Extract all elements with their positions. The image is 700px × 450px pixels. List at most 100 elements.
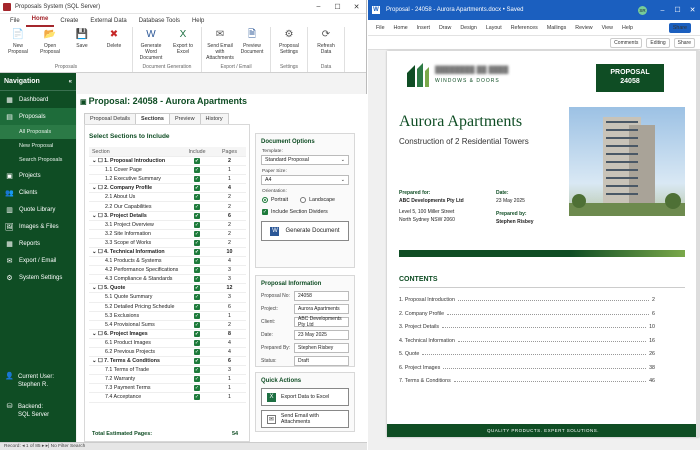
word-menu-help[interactable]: Help <box>622 25 633 31</box>
toc-entry[interactable]: 2. Company Profile 6 <box>399 311 655 317</box>
expand-icon[interactable]: ⌄ ☐ <box>92 285 104 291</box>
table-row[interactable]: 4.2 Performance Specifications ✓ 3 <box>89 266 246 276</box>
word-menu-home[interactable]: Home <box>394 25 408 31</box>
menu-tab-home[interactable]: Home <box>25 16 55 27</box>
toc-entry[interactable]: 1. Proposal Introduction 2 <box>399 297 655 303</box>
comments-button[interactable]: Comments <box>610 37 643 48</box>
info-field[interactable]: ABC Developments Pty Ltd <box>294 316 349 328</box>
table-row[interactable]: ⌄ ☐ 2. Company Profile ✓ 4 <box>89 184 246 194</box>
table-row[interactable]: ⌄ ☐ 5. Quote ✓ 12 <box>89 284 246 294</box>
editing-button[interactable]: Editing <box>646 37 670 48</box>
table-row[interactable]: 1.2 Executive Summary ✓ 1 <box>89 175 246 185</box>
export-to-excel-button[interactable]: X Export to Excel <box>167 27 199 64</box>
menu-tab-file[interactable]: File <box>4 18 26 27</box>
word-menu-draw[interactable]: Draw <box>439 25 451 31</box>
table-row[interactable]: 7.4 Acceptance ✓ 1 <box>89 393 246 403</box>
sidebar-item-new-proposal[interactable]: New Proposal <box>0 139 76 153</box>
include-checkbox[interactable]: ✓ <box>194 285 200 292</box>
table-row[interactable]: 1.1 Cover Page ✓ 1 <box>89 166 246 176</box>
send-email-with-attachments-button[interactable]: ✉ Send Email with Attachments <box>204 27 236 64</box>
include-checkbox[interactable]: ✓ <box>194 367 200 374</box>
table-row[interactable]: 7.3 Payment Terms ✓ 1 <box>89 384 246 394</box>
avatar[interactable]: SR <box>638 5 647 15</box>
generate-word-document-button[interactable]: W Generate Word Document <box>135 27 167 64</box>
include-checkbox[interactable]: ✓ <box>194 276 200 283</box>
word-menu-layout[interactable]: Layout <box>486 25 502 31</box>
include-checkbox[interactable]: ✓ <box>194 385 200 392</box>
table-row[interactable]: 2.1 About Us ✓ 2 <box>89 193 246 203</box>
toc-entry[interactable]: 4. Technical Information 16 <box>399 338 655 344</box>
expand-icon[interactable]: ⌄ ☐ <box>92 358 104 364</box>
include-checkbox[interactable]: ✓ <box>194 258 200 265</box>
table-row[interactable]: 6.2 Previous Projects ✓ 4 <box>89 348 246 358</box>
portrait-radio[interactable]: Portrait <box>262 197 288 203</box>
table-row[interactable]: 5.1 Quote Summary ✓ 3 <box>89 293 246 303</box>
sidebar-item-search-proposals[interactable]: Search Proposals <box>0 153 76 167</box>
menu-tab-database-tools[interactable]: Database Tools <box>133 18 186 27</box>
sidebar-item-export-email[interactable]: ✉ Export / Email <box>0 252 76 269</box>
new-proposal-button[interactable]: 📄 New Proposal <box>2 27 34 64</box>
include-checkbox[interactable]: ✓ <box>194 221 200 228</box>
proposal-settings-button[interactable]: ⚙ Proposal Settings <box>273 27 305 64</box>
word-menu-file[interactable]: File <box>376 25 385 31</box>
collapse-icon[interactable]: « <box>69 79 72 85</box>
toc-entry[interactable]: 7. Terms & Conditions 46 <box>399 378 655 384</box>
info-field[interactable]: 23 May 2025 <box>294 330 349 340</box>
sidebar-item-quote-library[interactable]: ▥ Quote Library <box>0 201 76 218</box>
expand-icon[interactable]: ⌄ ☐ <box>92 331 104 337</box>
sidebar-item-proposals[interactable]: ▤ Proposals <box>0 108 76 125</box>
refresh-data-button[interactable]: ⟳ Refresh Data <box>310 27 342 64</box>
table-row[interactable]: 3.3 Scope of Works ✓ 2 <box>89 239 246 248</box>
menu-tab-create[interactable]: Create <box>54 18 84 27</box>
include-checkbox[interactable]: ✓ <box>194 321 200 328</box>
table-row[interactable]: 7.1 Terms of Trade ✓ 3 <box>89 366 246 376</box>
expand-icon[interactable]: ⌄ ☐ <box>92 213 104 219</box>
table-row[interactable]: 5.2 Detailed Pricing Schedule ✓ 6 <box>89 303 246 312</box>
generate-document-button[interactable]: W Generate Document <box>261 221 349 241</box>
sidebar-item-clients[interactable]: 👥 Clients <box>0 184 76 201</box>
word-share-button[interactable]: Share <box>668 22 691 33</box>
sidebar-item-system-settings[interactable]: ⚙ System Settings <box>0 269 76 286</box>
word-menu-design[interactable]: Design <box>460 25 477 31</box>
include-checkbox[interactable]: ✓ <box>194 358 200 365</box>
include-checkbox[interactable]: ✓ <box>194 349 200 356</box>
sidebar-item-dashboard[interactable]: ▦ Dashboard <box>0 91 76 108</box>
send-email-button[interactable]: ✉ Send Email with Attachments <box>261 410 349 428</box>
word-menu-review[interactable]: Review <box>575 25 592 31</box>
include-checkbox[interactable]: ✓ <box>194 185 200 192</box>
include-checkbox[interactable]: ✓ <box>194 194 200 201</box>
table-row[interactable]: 5.4 Provisional Sums ✓ 2 <box>89 321 246 330</box>
include-checkbox[interactable]: ✓ <box>194 376 200 383</box>
info-field[interactable]: Stephen Risbey <box>294 343 349 353</box>
include-checkbox[interactable]: ✓ <box>194 248 200 255</box>
toc-entry[interactable]: 6. Project Images 38 <box>399 365 655 371</box>
include-checkbox[interactable]: ✓ <box>194 330 200 337</box>
open-proposal-button[interactable]: 📂 Open Proposal <box>34 27 66 64</box>
table-row[interactable]: ⌄ ☐ 1. Proposal Introduction ✓ 2 <box>89 157 246 167</box>
include-checkbox[interactable]: ✓ <box>194 158 200 165</box>
include-checkbox[interactable]: ✓ <box>194 176 200 183</box>
include-checkbox[interactable]: ✓ <box>194 394 200 401</box>
landscape-radio[interactable]: Landscape <box>300 197 335 203</box>
table-row[interactable]: ⌄ ☐ 3. Project Details ✓ 6 <box>89 212 246 221</box>
export-excel-button[interactable]: X Export Data to Excel <box>261 388 349 406</box>
include-checkbox[interactable]: ✓ <box>194 203 200 210</box>
include-checkbox[interactable]: ✓ <box>194 339 200 346</box>
minimize-icon[interactable]: – <box>309 3 328 11</box>
preview-document-button[interactable]: 🗎 Preview Document <box>236 27 268 64</box>
table-row[interactable]: 6.1 Product Images ✓ 4 <box>89 339 246 348</box>
table-row[interactable]: ⌄ ☐ 7. Terms & Conditions ✓ 6 <box>89 357 246 367</box>
sidebar-item-reports[interactable]: ▦ Reports <box>0 235 76 252</box>
table-row[interactable]: 3.1 Project Overview ✓ 2 <box>89 221 246 230</box>
maximize-icon[interactable]: ☐ <box>670 6 685 14</box>
expand-icon[interactable]: ⌄ ☐ <box>92 249 104 255</box>
table-row[interactable]: 4.1 Products & Systems ✓ 4 <box>89 257 246 267</box>
word-menu-mailings[interactable]: Mailings <box>547 25 566 31</box>
dividers-checkbox[interactable]: ✓ Include Section Dividers <box>262 209 348 215</box>
table-row[interactable]: 3.2 Site Information ✓ 2 <box>89 230 246 239</box>
table-row[interactable]: 5.3 Exclusions ✓ 1 <box>89 312 246 321</box>
delete-button[interactable]: ✖ Delete <box>98 27 130 64</box>
word-menu-insert[interactable]: Insert <box>417 25 430 31</box>
paper-select[interactable]: A4 ⌄ <box>261 175 349 185</box>
include-checkbox[interactable]: ✓ <box>194 167 200 174</box>
